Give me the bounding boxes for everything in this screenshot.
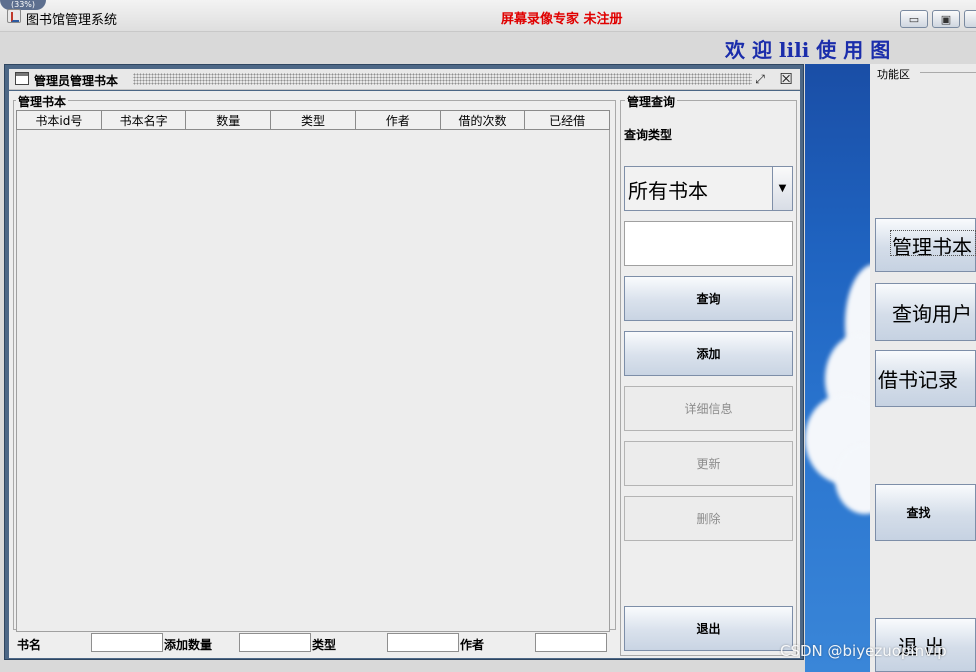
column-header[interactable]: 数量: [186, 111, 272, 129]
function-panel-title: 功能区: [877, 68, 910, 81]
exit-button[interactable]: 退出: [624, 606, 793, 651]
query-users-button[interactable]: 查询用户: [875, 283, 976, 341]
frame-window-icon: [15, 72, 29, 85]
find-label: 查找: [906, 506, 931, 520]
frame-close-icon[interactable]: ☒: [779, 70, 793, 88]
frame-title-bar[interactable]: [9, 69, 800, 90]
query-button[interactable]: 查询: [624, 276, 793, 321]
maximize-icon: ▣: [940, 12, 952, 26]
java-app-icon: [7, 9, 21, 23]
desktop-background: [805, 64, 870, 672]
books-group-title: 管理书本: [16, 93, 69, 110]
borrow-records-button[interactable]: 借书记录: [875, 350, 976, 407]
type-field[interactable]: [387, 633, 459, 652]
author-label: 作者: [460, 638, 485, 652]
add-count-field[interactable]: [239, 633, 311, 652]
maximize-button[interactable]: ▣: [932, 10, 960, 28]
find-button[interactable]: 查找: [875, 484, 976, 541]
query-users-label: 查询用户: [892, 301, 972, 326]
delete-button[interactable]: 删除: [624, 496, 793, 541]
recorder-banner: 屏幕录像专家 未注册: [501, 12, 623, 27]
author-field[interactable]: [535, 633, 607, 652]
column-header[interactable]: 书本名字: [102, 111, 187, 129]
query-input[interactable]: [624, 221, 793, 266]
query-type-label: 查询类型: [624, 128, 673, 142]
borrow-records-label: 借书记录: [878, 368, 958, 392]
book-name-label: 书名: [17, 638, 42, 652]
column-header[interactable]: 已经借: [525, 111, 609, 129]
details-button[interactable]: 详细信息: [624, 386, 793, 431]
column-header[interactable]: 作者: [356, 111, 441, 129]
column-header[interactable]: 类型: [271, 111, 356, 129]
minimize-icon: ▭: [908, 12, 920, 26]
app-title: 图书馆管理系统: [26, 13, 118, 28]
csdn-watermark: CSDN @biyezuopinvip: [780, 642, 947, 660]
query-type-value: 所有书本: [628, 179, 708, 203]
restore-icon[interactable]: ⤢: [753, 72, 767, 86]
close-button[interactable]: [964, 10, 976, 28]
app-title-bar: [0, 0, 976, 32]
manage-books-button[interactable]: 管理书本: [875, 218, 976, 272]
focus-ring: [890, 230, 976, 256]
dropdown-arrow-icon[interactable]: ▼: [772, 167, 792, 210]
add-count-label: 添加数量: [164, 638, 213, 652]
column-header[interactable]: 借的次数: [441, 111, 526, 129]
frame-title: 管理员管理书本: [34, 74, 119, 88]
minimize-button[interactable]: ▭: [900, 10, 928, 28]
column-header[interactable]: 书本id号: [17, 111, 102, 129]
books-table-header: 书本id号 书本名字 数量 类型 作者 借的次数 已经借: [16, 110, 610, 130]
add-button[interactable]: 添加: [624, 331, 793, 376]
type-label: 类型: [312, 638, 337, 652]
welcome-banner: 欢 迎 lili 使 用 图: [725, 38, 891, 62]
books-table-body[interactable]: [16, 130, 610, 632]
function-panel-border: [920, 72, 976, 73]
query-group-title: 管理查询: [625, 93, 678, 110]
update-button[interactable]: 更新: [624, 441, 793, 486]
book-name-field[interactable]: [91, 633, 163, 652]
